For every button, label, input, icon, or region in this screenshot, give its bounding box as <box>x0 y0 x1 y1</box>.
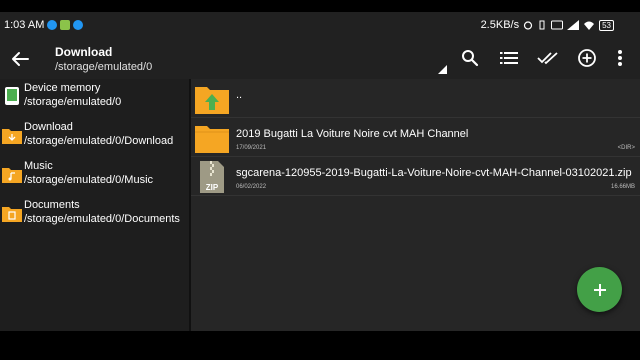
list-item-parent[interactable]: .. <box>191 79 640 117</box>
status-bar: 1:03 AM 2.5KB/s 53 <box>0 12 640 38</box>
status-time: 1:03 AM <box>4 19 45 31</box>
zip-file-icon: ZIP <box>200 161 224 193</box>
select-all-icon <box>537 52 558 65</box>
zip-badge-text: ZIP <box>206 183 219 192</box>
page-subtitle: /storage/emulated/0 <box>55 61 153 73</box>
search-button[interactable] <box>457 45 483 71</box>
sidebar-item-download[interactable]: Download /storage/emulated/0/Download <box>0 118 189 157</box>
notification-icon <box>60 20 71 30</box>
row-divider <box>191 195 640 196</box>
music-folder-icon <box>2 168 22 183</box>
vibrate-icon <box>539 20 545 30</box>
select-all-button[interactable] <box>535 45 561 71</box>
file-name: 2019 Bugatti La Voiture Noire cvt MAH Ch… <box>236 128 469 140</box>
app-toolbar: Download /storage/emulated/0 <box>0 38 640 79</box>
screen-bottom-edge <box>0 331 640 360</box>
search-icon <box>462 50 479 67</box>
back-arrow-icon <box>12 52 29 66</box>
network-speed: 2.5KB/s <box>480 19 520 31</box>
sidebar-item-path: /storage/emulated/0/Documents <box>24 213 180 225</box>
list-view-button[interactable] <box>496 45 522 71</box>
file-list: .. 2019 Bugatti La Voiture Noire cvt MAH… <box>191 79 640 331</box>
download-folder-icon <box>2 129 22 144</box>
list-item-folder[interactable]: 2019 Bugatti La Voiture Noire cvt MAH Ch… <box>191 118 640 156</box>
file-date: 06/02/2022 <box>236 184 267 190</box>
screen-top-edge <box>0 0 640 12</box>
sidebar-item-label: Music <box>24 160 53 172</box>
wifi-icon <box>584 21 595 30</box>
more-icon <box>618 50 622 66</box>
file-date: 17/09/2021 <box>236 145 267 151</box>
file-name: sgcarena-120955-2019-Bugatti-La-Voiture-… <box>236 167 632 179</box>
add-fab-button[interactable] <box>577 267 622 312</box>
alarm-icon <box>523 21 533 30</box>
signal-icon <box>567 20 580 30</box>
list-view-icon <box>500 52 518 64</box>
messenger-icon <box>47 20 58 30</box>
dropdown-indicator-icon[interactable] <box>438 65 447 74</box>
parent-folder-icon <box>195 87 229 114</box>
file-size: 16.66MB <box>610 184 635 190</box>
device-memory-icon <box>5 87 19 105</box>
storage-sidebar: Device memory /storage/emulated/0 Downlo… <box>0 79 189 331</box>
sidebar-item-music[interactable]: Music /storage/emulated/0/Music <box>0 157 189 196</box>
sidebar-item-path: /storage/emulated/0 <box>24 96 122 108</box>
sidebar-item-label: Download <box>24 121 73 133</box>
sidebar-item-label: Documents <box>24 199 80 211</box>
volte-icon <box>551 20 564 30</box>
sidebar-item-documents[interactable]: Documents /storage/emulated/0/Documents <box>0 196 189 235</box>
more-options-button[interactable] <box>607 45 633 71</box>
folder-icon <box>195 126 229 153</box>
add-icon <box>578 49 596 67</box>
sidebar-item-path: /storage/emulated/0/Download <box>24 135 174 147</box>
sidebar-item-path: /storage/emulated/0/Music <box>24 174 154 186</box>
page-title: Download <box>55 45 113 59</box>
messenger-icon <box>73 20 84 30</box>
sidebar-item-label: Device memory <box>24 82 101 94</box>
list-item-file[interactable]: ZIP sgcarena-120955-2019-Bugatti-La-Voit… <box>191 157 640 195</box>
sidebar-item-device-memory[interactable]: Device memory /storage/emulated/0 <box>0 79 189 118</box>
add-button[interactable] <box>574 45 600 71</box>
battery-icon: 53 <box>599 19 614 31</box>
back-button[interactable] <box>8 47 32 71</box>
file-name: .. <box>236 89 243 101</box>
documents-folder-icon <box>2 207 22 222</box>
file-size: <DIR> <box>617 145 635 151</box>
plus-icon <box>593 283 606 296</box>
